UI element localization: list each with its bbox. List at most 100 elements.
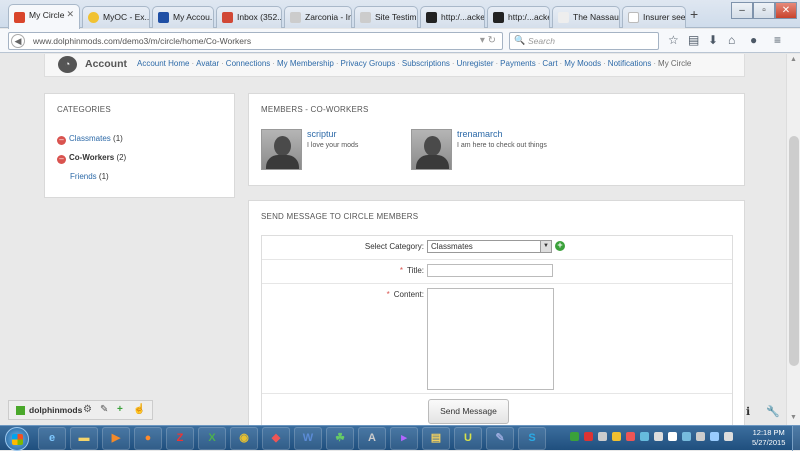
tray-volume-icon[interactable] [724,432,733,441]
url-bar[interactable]: ◀ www.dolphinmods.com/demo3/m/circle/hom… [8,32,503,50]
member-name[interactable]: trenamarch [457,129,503,139]
tray-mail-icon[interactable] [612,432,621,441]
maximize-button[interactable]: ▫ [753,2,775,19]
category-item-friends[interactable]: Friends (1) [70,172,109,181]
frog-icon[interactable]: ☘ [326,427,354,450]
start-button[interactable] [5,427,29,451]
home-icon[interactable]: ⌂ [728,33,735,47]
media-app-icon[interactable]: ▸ [390,427,418,450]
categories-heading: CATEGORIES [57,105,111,114]
avatar[interactable] [411,129,452,170]
close-window-button[interactable]: ✕ [775,2,797,19]
tab-my-circle[interactable]: My Circle ✕ [8,4,80,29]
dropdown-arrow-icon[interactable]: ▼ [540,241,551,252]
tray-wifi-icon[interactable] [710,432,719,441]
download-icon[interactable]: ⬇ [708,33,718,47]
back-arrow-icon[interactable]: ◀ [11,34,25,48]
tab-zarconia[interactable]: Zarconia - Invo... [284,6,352,28]
tray-cloud-icon[interactable] [640,432,649,441]
tab-tracker-1[interactable]: http:/...acker [420,6,485,28]
tray-alert-icon[interactable] [626,432,635,441]
category-item-classmates[interactable]: – Classmates (1) [57,134,123,145]
member-name[interactable]: scriptur [307,129,337,139]
chrome-icon[interactable]: ◉ [230,427,258,450]
reload-icon[interactable]: ▾ ↻ [480,35,496,46]
skype-icon[interactable]: S [518,427,546,450]
remove-category-icon[interactable]: – [57,155,66,164]
folder-icon[interactable]: ▬ [70,427,98,450]
info-alert-icon[interactable]: ℹ [746,405,750,418]
excel-icon[interactable]: X [198,427,226,450]
show-desktop-button[interactable] [792,426,800,451]
tab-tracker-2[interactable]: http:/...acker [487,6,550,28]
ue-editor-icon[interactable]: U [454,427,482,450]
content-textarea[interactable] [427,288,554,390]
tab-label: Zarconia - Invo... [305,12,351,22]
account-link-unregister[interactable]: Unregister [457,59,494,68]
edit-icon[interactable]: ✎ [100,404,108,415]
tray-pdf-icon[interactable] [584,432,593,441]
tab-site-testim[interactable]: Site Testim... [354,6,418,28]
category-select[interactable]: Classmates ▼ [427,240,552,253]
word-icon[interactable]: W [294,427,322,450]
firefox-icon[interactable]: ● [134,427,162,450]
tab-my-account[interactable]: My Accou... [152,6,214,28]
account-link-moods[interactable]: My Moods [564,59,601,68]
paint-icon[interactable]: ✎ [486,427,514,450]
add-category-icon[interactable]: + [555,241,565,251]
tab-inbox[interactable]: Inbox (352... [216,6,282,28]
account-link-avatar[interactable]: Avatar [196,59,219,68]
tray-app-icon[interactable] [682,432,691,441]
tray-printer-icon[interactable] [598,432,607,441]
account-link-connections[interactable]: Connections [226,59,270,68]
scroll-down-icon[interactable]: ▼ [790,414,797,421]
bookmark-star-icon[interactable]: ☆ [668,33,679,47]
tray-network-icon[interactable] [654,432,663,441]
minimize-button[interactable]: – [731,2,753,19]
account-link-subscriptions[interactable]: Subscriptions [402,59,450,68]
doc-icon [360,12,371,23]
tab-myoc[interactable]: MyOC - Ex... [82,6,150,28]
menu-icon[interactable]: ≡ [774,33,781,47]
tab-nassau[interactable]: The Nassau Gu... [552,6,620,28]
account-link-home[interactable]: Account Home [137,59,189,68]
close-tab-icon[interactable]: ✕ [66,9,74,20]
notes-icon[interactable]: ▤ [422,427,450,450]
search-input[interactable]: 🔍 Search [509,32,659,50]
title-input[interactable] [427,264,553,277]
content-row: * Content: [262,284,732,394]
tray-flag-icon[interactable] [668,432,677,441]
media-player-icon[interactable]: ▶ [102,427,130,450]
page-scrollbar[interactable]: ▲ ▼ [786,54,800,425]
gear-icon[interactable]: ⚙ [83,404,92,415]
tray-security-icon[interactable] [570,432,579,441]
scrollbar-thumb[interactable] [789,136,799,366]
member-card: trenamarch I am here to check out things [411,129,561,171]
dictionary-icon[interactable]: A [358,427,386,450]
tab-insurer[interactable]: Insurer see... [622,6,686,28]
account-link-payments[interactable]: Payments [500,59,536,68]
required-marker: * [386,290,390,299]
system-clock[interactable]: 12:18 PM 5/27/2015 [752,428,785,448]
category-item-co-workers[interactable]: – Co-Workers (2) [57,153,126,164]
send-message-button[interactable]: Send Message [428,399,509,424]
remove-category-icon[interactable]: – [57,136,66,145]
gmail-icon [222,12,233,23]
new-tab-plus-icon[interactable]: + [690,6,698,22]
filezilla-icon[interactable]: Z [166,427,194,450]
scroll-up-icon[interactable]: ▲ [790,56,797,63]
eraser-icon[interactable]: ◆ [262,427,290,450]
search-icon: 🔍 [514,35,526,45]
tray-device-icon[interactable] [696,432,705,441]
account-link-notifications[interactable]: Notifications [608,59,652,68]
account-link-cart[interactable]: Cart [542,59,557,68]
account-link-privacy[interactable]: Privacy Groups [341,59,396,68]
avatar[interactable] [261,129,302,170]
chat-icon[interactable]: ● [750,33,757,47]
ie-icon[interactable]: e [38,427,66,450]
pointer-icon[interactable]: ☝ [133,404,145,415]
bookmarks-list-icon[interactable]: ▤ [688,33,699,47]
wrench-icon[interactable]: 🔧 [766,405,780,418]
account-link-membership[interactable]: My Membership [277,59,334,68]
add-icon[interactable]: + [117,404,123,415]
